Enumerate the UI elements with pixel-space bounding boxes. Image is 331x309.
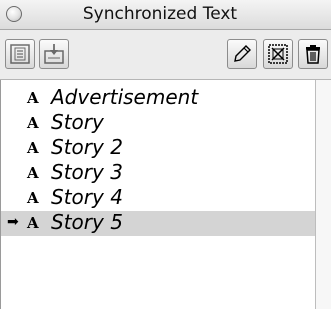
place-text-icon bbox=[44, 44, 64, 64]
list-item[interactable]: A Story 2 bbox=[1, 135, 315, 161]
list-item-label: Story bbox=[51, 110, 104, 134]
list-item-label: Advertisement bbox=[51, 85, 199, 109]
place-text-button[interactable] bbox=[39, 39, 69, 69]
pencil-icon bbox=[234, 45, 251, 62]
list-item-label: Story 3 bbox=[51, 160, 123, 184]
text-type-icon: A bbox=[27, 139, 39, 157]
import-text-icon bbox=[10, 44, 30, 64]
edit-button[interactable] bbox=[227, 39, 257, 69]
toolbar bbox=[0, 30, 331, 80]
text-type-icon: A bbox=[27, 114, 39, 132]
text-type-icon: A bbox=[27, 189, 39, 207]
list-item[interactable]: A Story 4 bbox=[1, 185, 315, 211]
text-type-icon: A bbox=[27, 214, 39, 232]
list-item-selected[interactable]: ➡ A Story 5 bbox=[1, 210, 315, 236]
current-story-arrow-icon: ➡ bbox=[7, 214, 19, 230]
unlink-button[interactable] bbox=[263, 39, 293, 69]
trash-icon bbox=[306, 45, 320, 64]
list-item[interactable]: A Story 3 bbox=[1, 160, 315, 186]
text-type-icon: A bbox=[27, 89, 39, 107]
list-item-label: Story 2 bbox=[51, 135, 123, 159]
list-item[interactable]: A Advertisement bbox=[1, 85, 315, 111]
scrollbar-track[interactable] bbox=[315, 80, 331, 309]
list-item-label: Story 5 bbox=[51, 210, 123, 234]
close-icon[interactable] bbox=[6, 6, 22, 22]
list-item-label: Story 4 bbox=[51, 185, 123, 209]
text-type-icon: A bbox=[27, 164, 39, 182]
synchronized-text-palette: Synchronized Text A Advertisement A Stor… bbox=[0, 0, 331, 309]
story-list: A Advertisement A Story A Story 2 A Stor… bbox=[0, 80, 315, 309]
delete-button[interactable] bbox=[298, 39, 328, 69]
unlink-frame-icon bbox=[268, 44, 288, 64]
list-item[interactable]: A Story bbox=[1, 110, 315, 136]
palette-title: Synchronized Text bbox=[82, 4, 238, 24]
import-text-button[interactable] bbox=[5, 39, 35, 69]
title-bar[interactable]: Synchronized Text bbox=[0, 0, 331, 30]
